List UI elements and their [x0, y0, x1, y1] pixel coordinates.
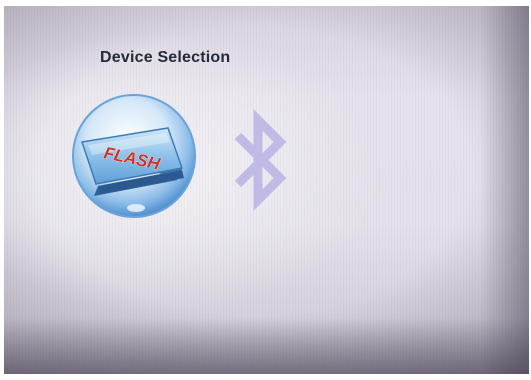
device-option-bluetooth[interactable] — [230, 106, 294, 216]
page-title: Device Selection — [100, 49, 231, 66]
device-selection-screen: Device Selection FLASH — [0, 0, 531, 380]
device-option-flash[interactable]: FLASH — [70, 92, 198, 220]
screen-bezel-shadow-bottom — [4, 318, 529, 374]
bluetooth-icon — [234, 109, 287, 211]
usb-flash-drive-icon: FLASH — [72, 94, 196, 218]
